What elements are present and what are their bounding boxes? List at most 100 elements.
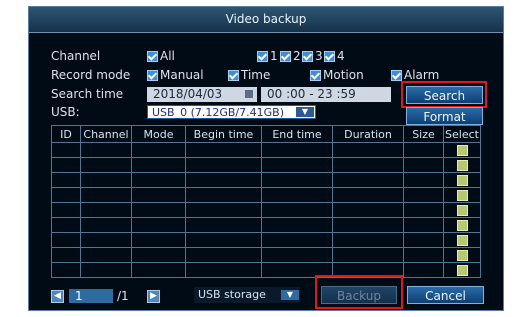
table-cell	[51, 247, 81, 263]
table-cell	[261, 142, 333, 158]
recordings-table: ID Channel Mode Begin time End time Dura…	[51, 125, 481, 278]
col-channel: Channel	[80, 125, 132, 143]
storage-select[interactable]: USB storage ▼	[194, 287, 300, 303]
table-cell	[131, 172, 186, 188]
table-cell	[443, 262, 481, 278]
channel-all-checkbox[interactable]: All	[147, 49, 175, 63]
table-cell	[443, 172, 481, 188]
mode-manual-checkbox[interactable]: Manual	[147, 68, 204, 82]
table-cell	[131, 187, 186, 203]
col-mode: Mode	[131, 125, 186, 143]
select-checkbox[interactable]	[456, 190, 468, 201]
table-cell	[80, 247, 132, 263]
format-button[interactable]: Format	[406, 107, 483, 125]
select-checkbox[interactable]	[456, 220, 468, 231]
col-duration: Duration	[332, 125, 404, 143]
table-cell	[51, 142, 81, 158]
select-checkbox[interactable]	[456, 145, 468, 156]
table-cell	[443, 157, 481, 173]
table-cell	[261, 247, 333, 263]
select-checkbox[interactable]	[456, 160, 468, 171]
table-row[interactable]	[51, 202, 481, 218]
select-checkbox[interactable]	[456, 235, 468, 246]
table-cell	[261, 172, 333, 188]
mode-alarm-checkbox[interactable]: Alarm	[391, 68, 439, 82]
table-cell	[443, 187, 481, 203]
table-cell	[403, 187, 444, 203]
next-page-icon[interactable]: ▶	[147, 290, 160, 303]
table-cell	[80, 172, 132, 188]
table-cell	[332, 187, 404, 203]
table-cell	[443, 232, 481, 248]
table-cell	[332, 202, 404, 218]
table-cell	[80, 142, 132, 158]
channel-1-checkbox[interactable]: 1	[257, 49, 278, 63]
mode-time-checkbox[interactable]: Time	[228, 68, 270, 82]
table-cell	[185, 247, 262, 263]
cancel-button[interactable]: Cancel	[407, 286, 484, 304]
table-row[interactable]	[51, 187, 481, 203]
table-cell	[443, 142, 481, 158]
page-number-field[interactable]: 1	[69, 289, 113, 303]
search-time-label: Search time	[51, 87, 124, 101]
col-begin-time: Begin time	[185, 125, 262, 143]
table-cell	[51, 187, 81, 203]
dialog-title: Video backup	[29, 7, 503, 33]
table-cell	[403, 232, 444, 248]
table-cell	[261, 187, 333, 203]
table-cell	[403, 157, 444, 173]
table-cell	[131, 232, 186, 248]
channel-4-checkbox[interactable]: 4	[324, 49, 345, 63]
mode-motion-checkbox[interactable]: Motion	[310, 68, 364, 82]
select-checkbox[interactable]	[456, 250, 468, 261]
calendar-icon[interactable]	[245, 90, 253, 98]
table-cell	[51, 262, 81, 278]
table-row[interactable]	[51, 232, 481, 248]
table-header-row: ID Channel Mode Begin time End time Dura…	[51, 125, 481, 143]
table-cell	[443, 202, 481, 218]
time-range-field[interactable]: 00 :00 - 23 :59	[261, 87, 391, 102]
table-cell	[261, 202, 333, 218]
table-cell	[261, 217, 333, 233]
record-mode-label: Record mode	[51, 68, 131, 82]
col-select: Select	[443, 125, 481, 143]
table-cell	[261, 232, 333, 248]
table-cell	[403, 202, 444, 218]
prev-page-icon[interactable]: ◀	[51, 290, 64, 303]
table-cell	[80, 187, 132, 203]
table-cell	[131, 262, 186, 278]
table-cell	[403, 142, 444, 158]
table-cell	[80, 202, 132, 218]
channel-3-checkbox[interactable]: 3	[302, 49, 323, 63]
table-row[interactable]	[51, 157, 481, 173]
table-cell	[403, 262, 444, 278]
table-row[interactable]	[51, 217, 481, 233]
table-cell	[51, 202, 81, 218]
table-cell	[80, 217, 132, 233]
table-row[interactable]	[51, 172, 481, 188]
table-cell	[185, 142, 262, 158]
channel-2-checkbox[interactable]: 2	[280, 49, 301, 63]
select-checkbox[interactable]	[456, 265, 468, 276]
select-checkbox[interactable]	[456, 175, 468, 186]
table-cell	[185, 232, 262, 248]
table-cell	[131, 157, 186, 173]
table-row[interactable]	[51, 247, 481, 263]
table-cell	[185, 157, 262, 173]
table-cell	[261, 157, 333, 173]
table-cell	[131, 142, 186, 158]
table-cell	[51, 217, 81, 233]
select-checkbox[interactable]	[456, 205, 468, 216]
table-row[interactable]	[51, 142, 481, 158]
col-end-time: End time	[261, 125, 333, 143]
col-size: Size	[403, 125, 444, 143]
table-cell	[332, 217, 404, 233]
table-cell	[131, 202, 186, 218]
table-row[interactable]	[51, 262, 481, 278]
usb-device-select[interactable]: USB_0 (7.12GB/7.41GB) ▼	[147, 105, 316, 119]
col-id: ID	[51, 125, 81, 143]
date-field[interactable]: 2018/04/03	[147, 87, 257, 102]
table-cell	[332, 232, 404, 248]
video-backup-dialog: Video backup Channel All 1 2 3 4 Record …	[28, 6, 504, 311]
table-cell	[403, 247, 444, 263]
